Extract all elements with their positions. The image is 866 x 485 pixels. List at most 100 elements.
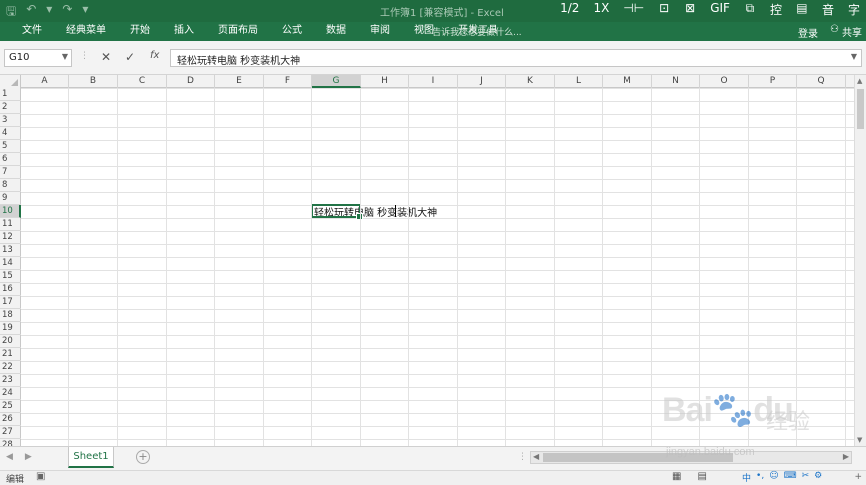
column-header-k[interactable]: K — [506, 75, 555, 88]
vertical-scroll-thumb[interactable] — [857, 89, 864, 129]
add-sheet-button[interactable]: + — [136, 450, 150, 464]
row-header-14[interactable]: 14 — [0, 257, 21, 270]
undo-icon[interactable]: ↶ — [26, 2, 36, 23]
row-header-24[interactable]: 24 — [0, 387, 21, 400]
confirm-entry-button[interactable]: ✓ — [125, 50, 135, 64]
tab-home[interactable]: 开始 — [118, 24, 162, 38]
control-button[interactable]: 控 — [770, 1, 782, 18]
cancel-entry-button[interactable]: ✕ — [101, 50, 111, 64]
sheet-tab-sheet1[interactable]: Sheet1 — [68, 447, 114, 468]
row-header-28[interactable]: 28 — [0, 439, 21, 446]
row-header-10[interactable]: 10 — [0, 205, 21, 218]
tab-formulas[interactable]: 公式 — [270, 24, 314, 38]
column-header-m[interactable]: M — [603, 75, 652, 88]
row-header-25[interactable]: 25 — [0, 400, 21, 413]
column-header-p[interactable]: P — [749, 75, 797, 88]
column-header-f[interactable]: F — [264, 75, 312, 88]
ime-punct-icon[interactable]: •, — [756, 471, 764, 484]
row-header-9[interactable]: 9 — [0, 192, 21, 205]
column-header-h[interactable]: H — [361, 75, 409, 88]
page-layout-view-icon[interactable]: ▤ — [697, 471, 706, 482]
column-header-j[interactable]: J — [458, 75, 506, 88]
audio-button[interactable]: 音 — [822, 1, 834, 18]
row-header-8[interactable]: 8 — [0, 179, 21, 192]
login-button[interactable]: 登录 — [798, 25, 818, 40]
macro-record-icon[interactable]: ▣ — [36, 471, 45, 482]
row-header-2[interactable]: 2 — [0, 101, 21, 114]
worksheet-grid[interactable]: ABCDEFGHIJKLMNOPQ 1 2 3 4 5 6 7 8 9 10 11 12 13 14 15 1… — [0, 75, 866, 446]
tab-file[interactable]: 文件 — [10, 24, 54, 38]
redo-icon[interactable]: ↷ — [62, 2, 72, 23]
expand-formula-icon[interactable]: ▼ — [851, 52, 857, 61]
tell-me-search[interactable]: ♡ 告诉我您想要做什么... — [420, 25, 522, 38]
row-header-19[interactable]: 19 — [0, 322, 21, 335]
row-header-27[interactable]: 27 — [0, 426, 21, 439]
tab-splitter-grip[interactable]: ⋮ — [518, 452, 527, 462]
subtitle-button[interactable]: 字 — [848, 1, 860, 18]
normal-view-icon[interactable]: ▦ — [672, 471, 681, 482]
ime-emoji-icon[interactable]: ☺ — [769, 471, 778, 484]
row-header-11[interactable]: 11 — [0, 218, 21, 231]
column-header-n[interactable]: N — [652, 75, 700, 88]
row-header-12[interactable]: 12 — [0, 231, 21, 244]
chevron-down-icon[interactable]: ▼ — [62, 52, 68, 61]
row-header-15[interactable]: 15 — [0, 270, 21, 283]
insert-function-button[interactable]: fx — [150, 50, 159, 61]
scroll-down-icon[interactable]: ▼ — [857, 436, 862, 444]
ime-mode-icon[interactable]: 中 — [742, 471, 751, 484]
next-sheet-icon[interactable]: ▶ — [25, 452, 32, 462]
row-header-20[interactable]: 20 — [0, 335, 21, 348]
scroll-up-icon[interactable]: ▲ — [857, 77, 862, 85]
row-header-16[interactable]: 16 — [0, 283, 21, 296]
row-header-1[interactable]: 1 — [0, 88, 21, 101]
select-all-corner[interactable] — [0, 75, 21, 88]
save-icon[interactable]: 🖫 — [6, 2, 16, 23]
tab-data[interactable]: 数据 — [314, 24, 358, 38]
scroll-left-icon[interactable]: ◀ — [533, 452, 539, 461]
row-header-7[interactable]: 7 — [0, 166, 21, 179]
gif-button[interactable]: GIF — [710, 1, 730, 18]
vertical-scrollbar[interactable]: ▲ ▼ — [854, 75, 866, 446]
column-header-c[interactable]: C — [118, 75, 167, 88]
row-header-22[interactable]: 22 — [0, 361, 21, 374]
zoom-plus-icon[interactable]: + — [854, 472, 862, 482]
row-header-23[interactable]: 23 — [0, 374, 21, 387]
formula-input[interactable]: 轻松玩转电脑 秒变装机大神 ▼ — [170, 49, 862, 67]
scroll-right-icon[interactable]: ▶ — [843, 452, 849, 461]
horizontal-scroll-thumb[interactable] — [543, 453, 733, 462]
customize-qat-icon[interactable]: ▾ — [82, 2, 88, 23]
row-header-21[interactable]: 21 — [0, 348, 21, 361]
formula-bar-grip[interactable]: ⋮ — [80, 51, 89, 61]
column-header-b[interactable]: B — [69, 75, 118, 88]
cell-area[interactable]: 轻松玩转电脑 秒变装机大神 — [21, 88, 866, 446]
row-header-3[interactable]: 3 — [0, 114, 21, 127]
column-header-d[interactable]: D — [167, 75, 215, 88]
tab-review[interactable]: 审阅 — [358, 24, 402, 38]
name-box[interactable]: G10 ▼ — [4, 49, 72, 67]
list-icon[interactable]: ▤ — [796, 1, 808, 18]
row-header-18[interactable]: 18 — [0, 309, 21, 322]
horizontal-scrollbar[interactable]: ◀ ▶ — [530, 451, 852, 464]
row-header-4[interactable]: 4 — [0, 127, 21, 140]
column-header-e[interactable]: E — [215, 75, 264, 88]
row-header-6[interactable]: 6 — [0, 153, 21, 166]
column-header-i[interactable]: I — [409, 75, 458, 88]
tab-insert[interactable]: 插入 — [162, 24, 206, 38]
fit-width-icon[interactable]: ⊣⊢ — [623, 1, 644, 18]
copy-icon[interactable]: ⧉ — [744, 1, 756, 18]
column-header-l[interactable]: L — [555, 75, 603, 88]
zoom-1x-button[interactable]: 1X — [593, 1, 609, 18]
prev-sheet-icon[interactable]: ◀ — [6, 452, 13, 462]
fit-screen-icon[interactable]: ⊡ — [658, 1, 670, 18]
undo-dropdown-icon[interactable]: ▾ — [46, 2, 52, 23]
ime-scissors-icon[interactable]: ✂ — [802, 471, 810, 484]
row-header-17[interactable]: 17 — [0, 296, 21, 309]
column-header-a[interactable]: A — [21, 75, 69, 88]
ime-keyboard-icon[interactable]: ⌨ — [784, 471, 797, 484]
active-cell-g10[interactable] — [311, 204, 363, 220]
row-header-26[interactable]: 26 — [0, 413, 21, 426]
crop-icon[interactable]: ⊠ — [684, 1, 696, 18]
column-header-g[interactable]: G — [312, 75, 361, 88]
row-header-13[interactable]: 13 — [0, 244, 21, 257]
column-header-q[interactable]: Q — [797, 75, 846, 88]
